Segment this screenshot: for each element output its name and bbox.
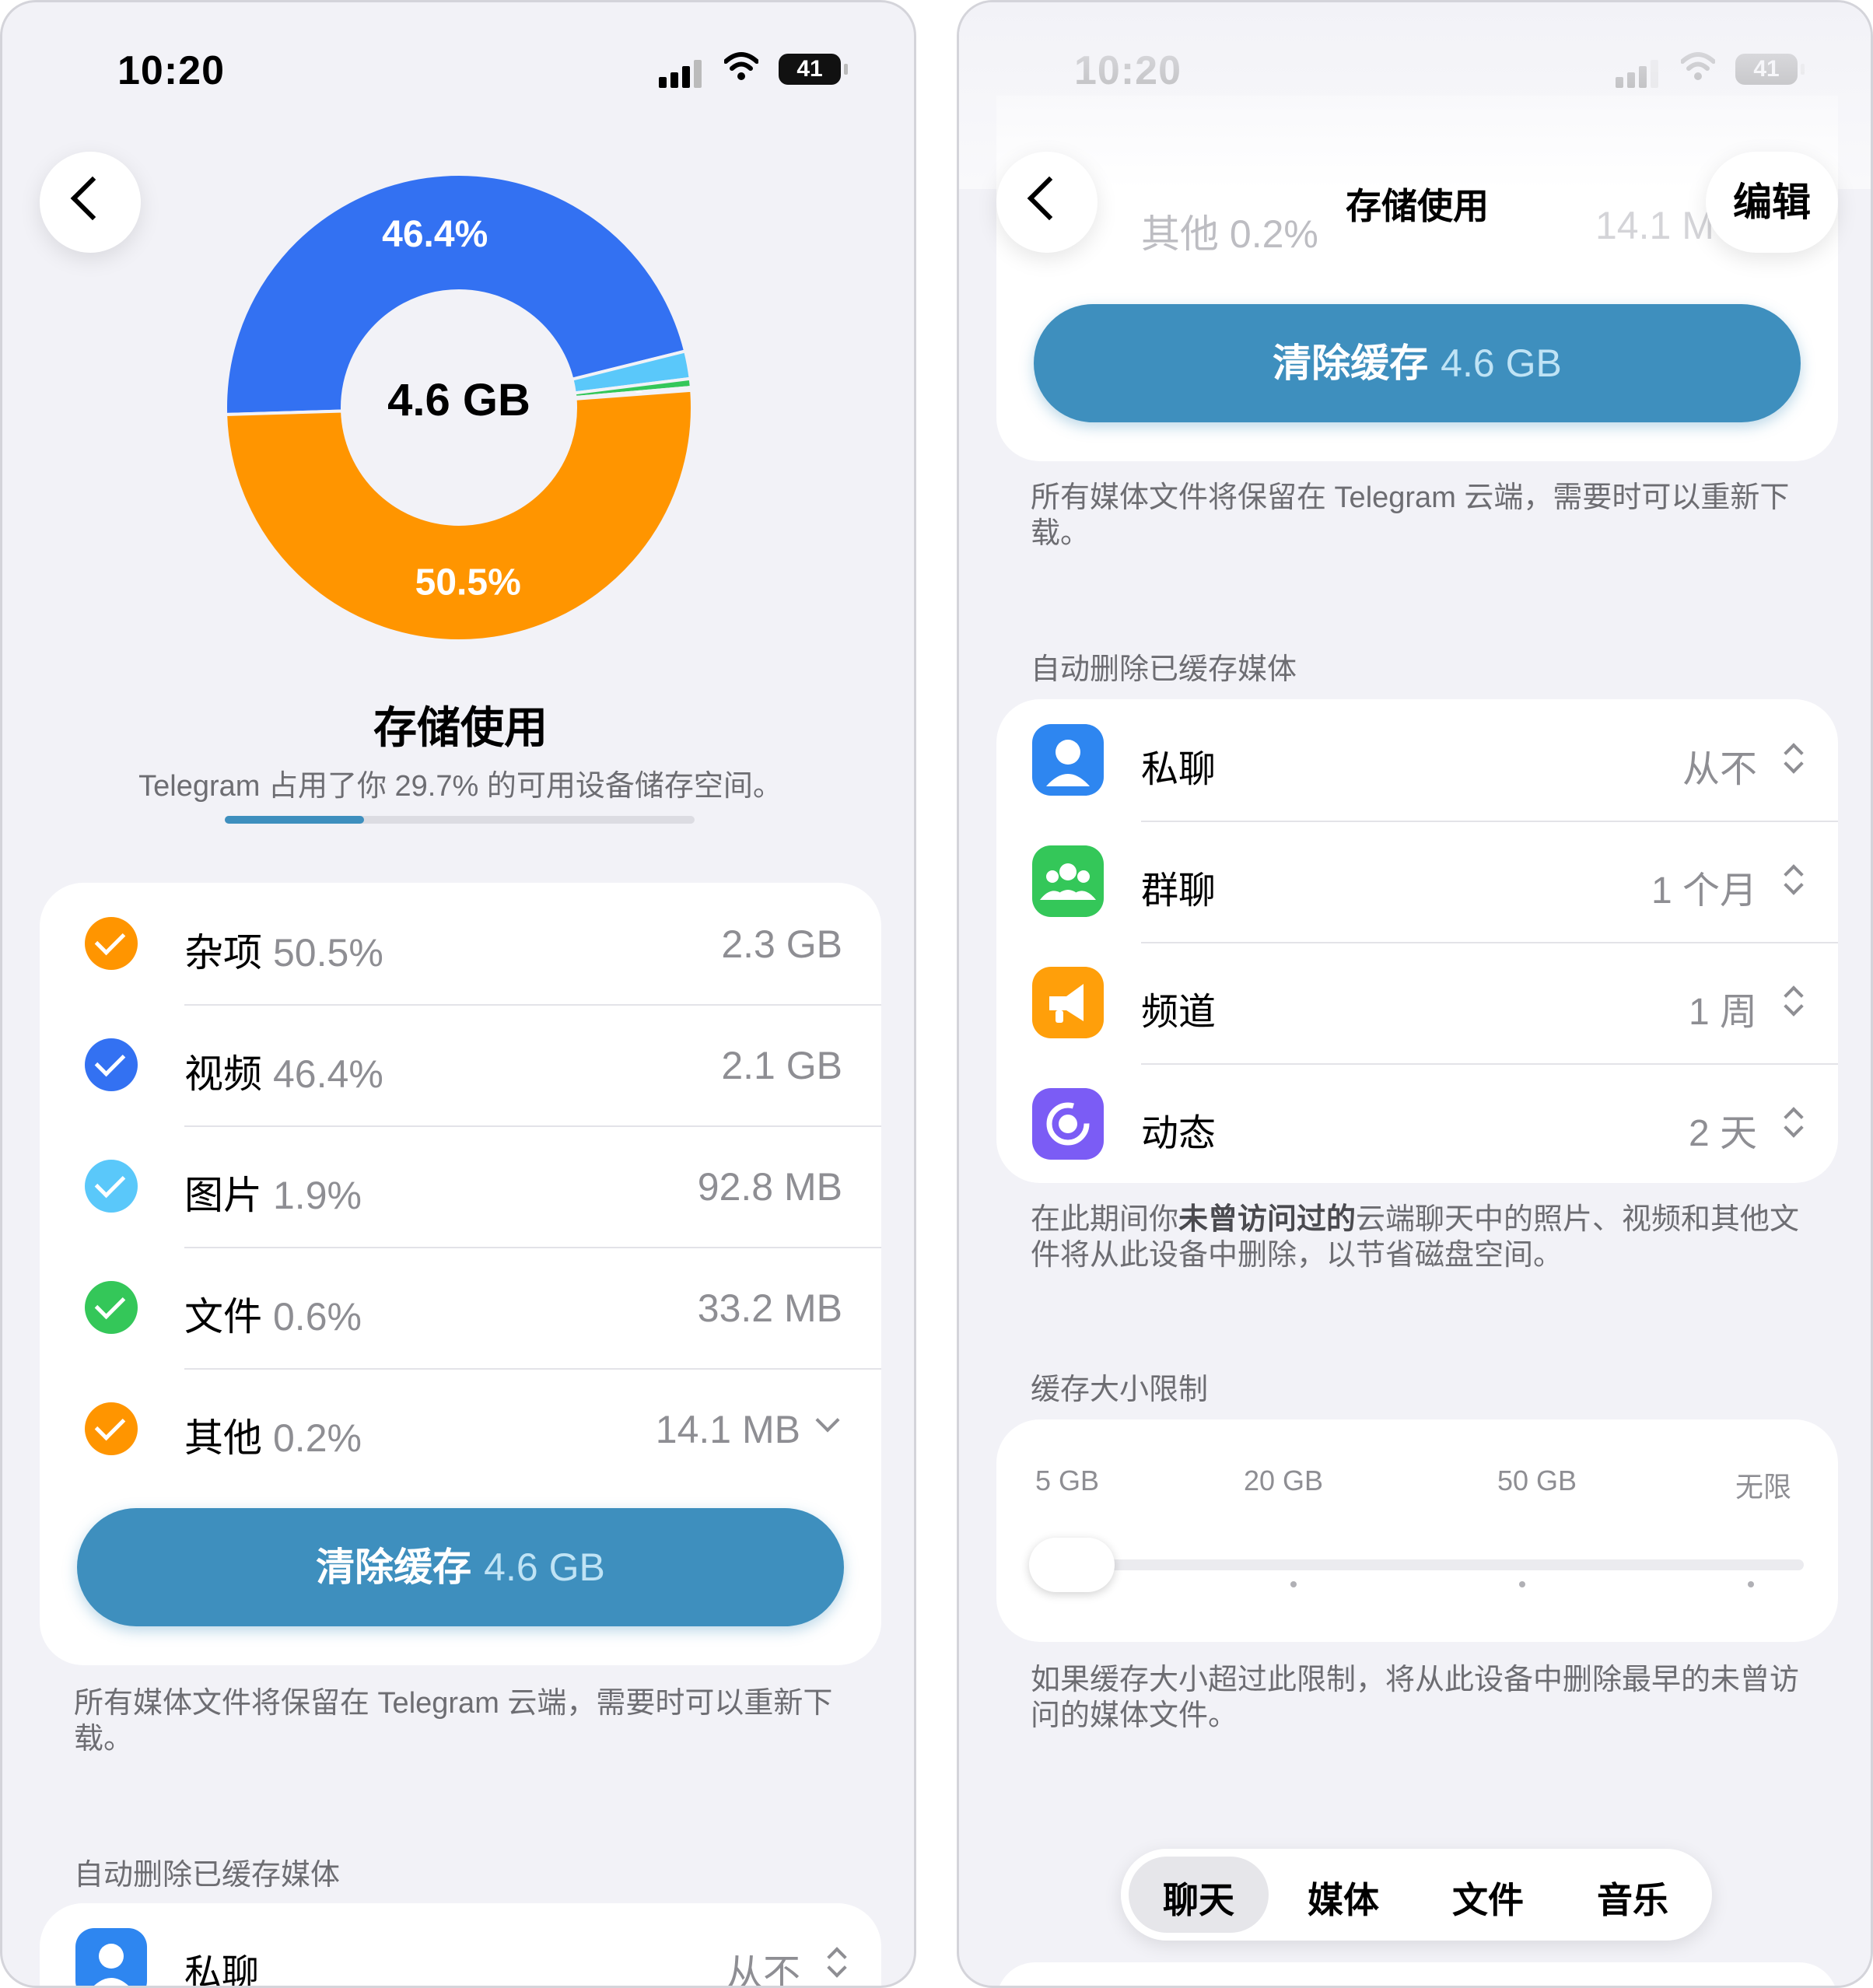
slider-stop <box>1290 1581 1297 1587</box>
cellular-signal-icon <box>659 57 705 88</box>
slider-stop <box>1519 1581 1525 1587</box>
cache-limit-slider-knob[interactable] <box>1029 1538 1115 1592</box>
tab-music[interactable]: 音乐 <box>1563 1872 1703 1923</box>
category-size: 92.8 MB <box>697 1165 842 1209</box>
checkmark-icon[interactable] <box>85 1402 138 1455</box>
category-name: 图片 <box>184 1174 262 1217</box>
status-time: 10:20 <box>117 48 225 93</box>
categories-card: 杂项 50.5% 2.3 GB 视频 46.4% 2.1 GB 图片 1.9% 92.… <box>40 883 881 1665</box>
usage-progress-bar <box>225 816 695 824</box>
chevron-updown-icon[interactable] <box>1782 741 1804 775</box>
auto-delete-label: 私聊 <box>1141 749 1217 790</box>
chevron-left-icon <box>70 176 115 221</box>
edit-button[interactable]: 编辑 <box>1706 152 1838 253</box>
clear-cache-size: 4.6 GB <box>1441 341 1562 385</box>
chevron-updown-icon[interactable] <box>1782 1105 1804 1139</box>
person-icon <box>1032 724 1104 796</box>
chevron-updown-icon[interactable] <box>1782 863 1804 897</box>
tab-media[interactable]: 媒体 <box>1273 1872 1413 1923</box>
auto-delete-row-groups[interactable]: 群聊 1 个月 <box>996 821 1838 942</box>
chevron-updown-icon[interactable] <box>825 1945 847 1979</box>
auto-delete-value[interactable]: 从不 <box>726 1942 800 1986</box>
auto-delete-value[interactable]: 2 天 <box>1689 1102 1757 1157</box>
chevron-updown-icon[interactable] <box>1782 984 1804 1018</box>
battery-icon: 41 <box>779 54 848 85</box>
category-row-photos[interactable]: 图片 1.9% 92.8 MB <box>40 1125 881 1247</box>
auto-delete-note: 在此期间你未曾访问过的云端聊天中的照片、视频和其他文件将从此设备中删除，以节省磁… <box>1031 1203 1800 1272</box>
auto-delete-card: 私聊 从不 <box>40 1903 881 1988</box>
category-name: 杂项 <box>184 931 262 975</box>
auto-delete-label: 群聊 <box>1141 870 1217 912</box>
category-name: 其他 <box>184 1416 262 1460</box>
category-percent: 1.9% <box>273 1174 362 1217</box>
cache-limit-slider-track[interactable] <box>1034 1559 1804 1570</box>
cache-limit-note: 如果缓存大小超过此限制，将从此设备中删除最早的未曾访问的媒体文件。 <box>1031 1664 1800 1732</box>
category-row-video[interactable]: 视频 46.4% 2.1 GB <box>40 1004 881 1125</box>
auto-delete-card: 私聊 从不 群聊 1 个月 频道 1 周 动态 2 天 <box>996 699 1838 1183</box>
category-size: 14.1 MB <box>655 1408 800 1451</box>
clear-cache-label: 清除缓存 <box>316 1545 472 1589</box>
category-row-misc[interactable]: 杂项 50.5% 2.3 GB <box>40 883 881 1004</box>
auto-delete-label: 频道 <box>1141 992 1217 1033</box>
auto-delete-row-channels[interactable]: 频道 1 周 <box>996 942 1838 1063</box>
category-size: 33.2 MB <box>697 1286 842 1330</box>
donut-label-0: 46.4% <box>382 214 488 255</box>
cache-limit-card: 5 GB 20 GB 50 GB 无限 <box>996 1419 1838 1642</box>
clear-cache-size: 4.6 GB <box>484 1545 605 1589</box>
right-screen: 10:20 41 其他 0.2% 14.1 M 清除缓存4.6 GB 存储使用 … <box>957 0 1873 1988</box>
category-name: 视频 <box>184 1052 262 1096</box>
page-title: 存储使用 <box>373 703 548 752</box>
group-icon <box>1032 845 1104 917</box>
auto-delete-value[interactable]: 1 个月 <box>1651 859 1757 914</box>
donut-label-4: 50.5% <box>415 562 521 604</box>
back-button[interactable] <box>40 152 141 253</box>
checkmark-icon[interactable] <box>85 1038 138 1091</box>
checkmark-icon[interactable] <box>85 1160 138 1213</box>
category-size: 2.1 GB <box>721 1044 842 1087</box>
stories-icon <box>1032 1088 1104 1160</box>
auto-delete-value[interactable]: 从不 <box>1682 738 1757 793</box>
auto-delete-label: 动态 <box>1141 1113 1217 1154</box>
category-size: 2.3 GB <box>721 922 842 966</box>
usage-progress-fill <box>225 816 365 824</box>
auto-delete-row-private[interactable]: 私聊 从不 <box>996 699 1838 821</box>
auto-delete-header: 自动删除已缓存媒体 <box>74 1859 341 1892</box>
cache-limit-tick: 50 GB <box>1497 1465 1577 1496</box>
tab-files[interactable]: 文件 <box>1418 1872 1558 1923</box>
tab-chats[interactable]: 聊天 <box>1129 1872 1269 1923</box>
category-percent: 46.4% <box>273 1052 383 1096</box>
wifi-icon <box>724 52 758 80</box>
category-name: 文件 <box>184 1295 262 1339</box>
clear-cache-label: 清除缓存 <box>1273 341 1429 385</box>
usage-subtitle: Telegram 占用了你 29.7% 的可用设备储存空间。 <box>138 770 782 803</box>
category-tab-bar: 聊天 媒体 文件 音乐 <box>1121 1849 1712 1941</box>
person-icon <box>75 1928 147 1986</box>
chart-center-label: 4.6 GB <box>387 375 530 425</box>
clear-cache-button[interactable]: 清除缓存 4.6 GB <box>77 1508 844 1626</box>
megaphone-icon <box>1032 967 1104 1038</box>
category-percent: 0.2% <box>273 1416 362 1460</box>
cloud-footnote: 所有媒体文件将保留在 Telegram 云端，需要时可以重新下载。 <box>1031 481 1790 550</box>
cache-limit-tick: 20 GB <box>1244 1465 1324 1496</box>
cloud-footnote: 所有媒体文件将保留在 Telegram 云端，需要时可以重新下载。 <box>74 1687 833 1755</box>
checkmark-icon[interactable] <box>85 1281 138 1334</box>
category-percent: 50.5% <box>273 931 383 975</box>
cache-limit-tick: 5 GB <box>1035 1465 1100 1496</box>
category-percent: 0.6% <box>273 1295 362 1339</box>
auto-delete-header: 自动删除已缓存媒体 <box>1031 653 1297 686</box>
chevron-down-icon[interactable] <box>815 1408 840 1433</box>
clear-cache-button[interactable]: 清除缓存 4.6 GB <box>1034 304 1801 422</box>
auto-delete-label: 私聊 <box>184 1953 260 1988</box>
auto-delete-value[interactable]: 1 周 <box>1689 981 1757 1035</box>
left-screen: 10:20 41 46.4% 0.2% 50.5% 4.6 GB 存储使用 Tele… <box>0 0 916 1988</box>
category-row-other[interactable]: 其他 0.2% 14.1 MB <box>40 1368 881 1489</box>
cache-limit-tick: 无限 <box>1735 1471 1792 1503</box>
media-list-card <box>996 1962 1838 1986</box>
cache-limit-header: 缓存大小限制 <box>1031 1374 1209 1406</box>
category-row-files[interactable]: 文件 0.6% 33.2 MB <box>40 1247 881 1368</box>
auto-delete-row-stories[interactable]: 动态 2 天 <box>996 1063 1838 1185</box>
checkmark-icon[interactable] <box>85 917 138 970</box>
slider-stop <box>1748 1581 1754 1587</box>
